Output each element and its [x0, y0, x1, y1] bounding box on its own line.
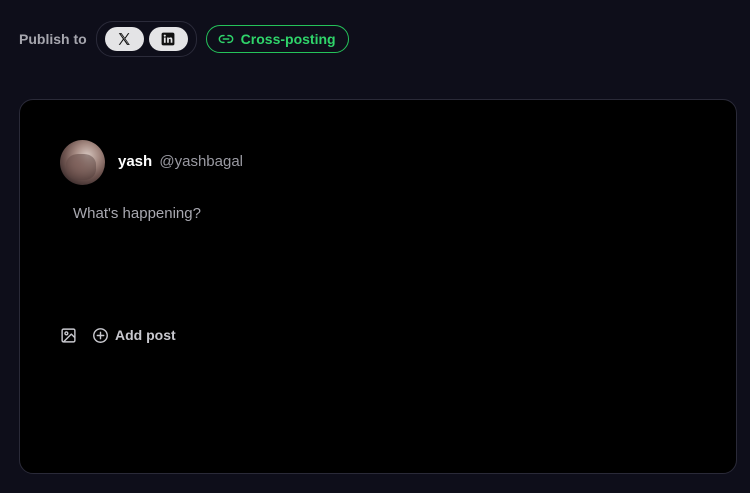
- user-name: yash: [118, 153, 153, 170]
- add-media-button[interactable]: [60, 327, 77, 344]
- platform-selector: [95, 21, 197, 57]
- cross-posting-button[interactable]: Cross-posting: [205, 25, 349, 53]
- user-identity: yash @yashbagal: [118, 153, 243, 170]
- add-post-button[interactable]: Add post: [92, 327, 176, 344]
- cross-posting-label: Cross-posting: [240, 31, 336, 47]
- x-icon: [118, 33, 131, 45]
- avatar: [60, 140, 105, 185]
- linkedin-icon: [161, 32, 175, 46]
- image-icon: [61, 327, 76, 343]
- platform-linkedin-button[interactable]: [148, 27, 188, 51]
- add-post-label: Add post: [115, 327, 176, 343]
- post-composer: yash @yashbagal Add post: [19, 99, 737, 474]
- publish-to-label: Publish to: [19, 31, 87, 47]
- user-handle: @yashbagal: [159, 153, 243, 170]
- post-text-input[interactable]: [73, 205, 673, 222]
- link-icon: [218, 34, 233, 44]
- plus-circle-icon: [93, 327, 108, 343]
- platform-x-button[interactable]: [104, 27, 144, 51]
- composer-toolbar: Add post: [60, 324, 176, 346]
- publish-bar: Publish to Cross-posting: [19, 21, 349, 57]
